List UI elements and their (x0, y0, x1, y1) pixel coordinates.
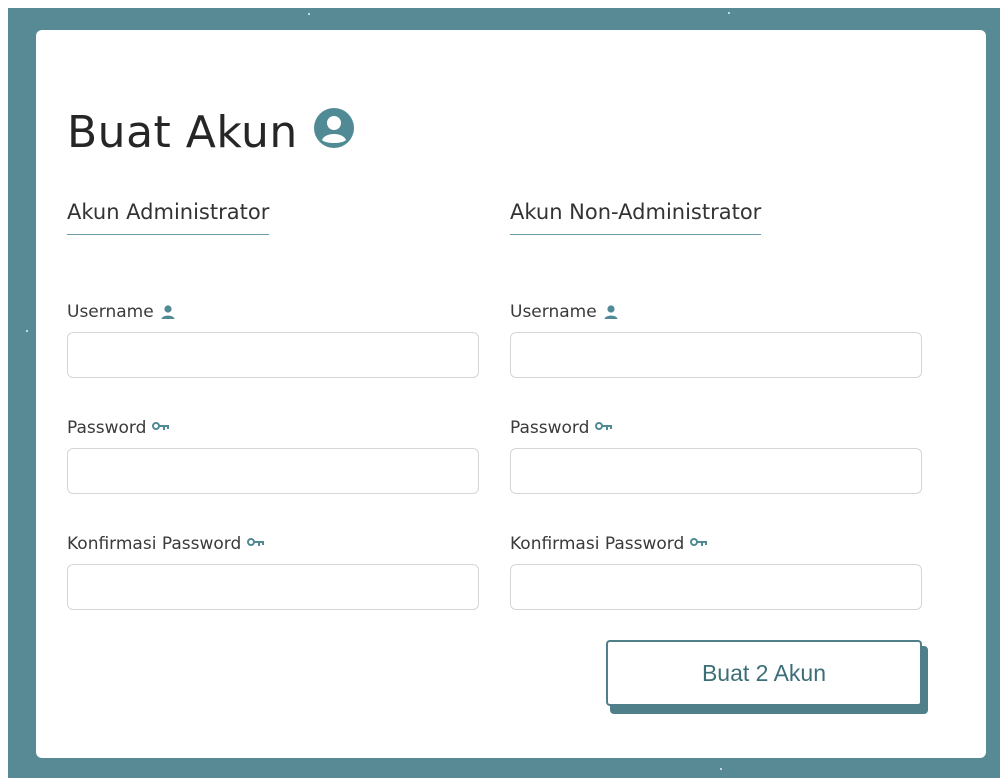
admin-confirm-field: Konfirmasi Password (67, 532, 479, 610)
user-circle-icon (313, 108, 354, 148)
user-icon (604, 305, 618, 319)
decor-star (26, 330, 28, 332)
key-icon (247, 538, 265, 546)
key-icon (690, 538, 708, 546)
nonadmin-username-label-text: Username (510, 302, 597, 322)
decor-star (308, 13, 310, 15)
nonadmin-password-input[interactable] (510, 448, 922, 494)
admin-confirm-label: Konfirmasi Password (67, 532, 479, 556)
key-icon (595, 422, 613, 430)
user-icon (161, 305, 175, 319)
create-accounts-button[interactable]: Buat 2 Akun (606, 640, 922, 706)
page-title: Buat Akun (67, 102, 354, 162)
admin-section: Akun Administrator Username Password Kon… (67, 200, 479, 610)
nonadmin-username-input[interactable] (510, 332, 922, 378)
admin-section-heading: Akun Administrator (67, 200, 270, 235)
admin-password-input[interactable] (67, 448, 479, 494)
nonadmin-username-label: Username (510, 300, 922, 324)
nonadmin-section: Akun Non-Administrator Username Password (510, 200, 922, 610)
admin-password-field: Password (67, 416, 479, 494)
nonadmin-confirm-label: Konfirmasi Password (510, 532, 922, 556)
nonadmin-password-label: Password (510, 416, 922, 440)
create-account-card: Buat Akun Akun Administrator Username Pa… (36, 30, 986, 758)
key-icon (152, 422, 170, 430)
nonadmin-username-field: Username (510, 300, 922, 378)
nonadmin-password-field: Password (510, 416, 922, 494)
nonadmin-password-label-text: Password (510, 418, 590, 438)
admin-username-label-text: Username (67, 302, 154, 322)
nonadmin-confirm-label-text: Konfirmasi Password (510, 534, 685, 554)
admin-username-input[interactable] (67, 332, 479, 378)
decor-star (728, 12, 730, 14)
nonadmin-confirm-field: Konfirmasi Password (510, 532, 922, 610)
admin-confirm-input[interactable] (67, 564, 479, 610)
decor-star (720, 768, 722, 770)
nonadmin-confirm-input[interactable] (510, 564, 922, 610)
admin-password-label-text: Password (67, 418, 147, 438)
admin-username-label: Username (67, 300, 479, 324)
nonadmin-section-heading: Akun Non-Administrator (510, 200, 762, 235)
admin-password-label: Password (67, 416, 479, 440)
admin-confirm-label-text: Konfirmasi Password (67, 534, 242, 554)
page-title-text: Buat Akun (67, 106, 298, 158)
admin-username-field: Username (67, 300, 479, 378)
